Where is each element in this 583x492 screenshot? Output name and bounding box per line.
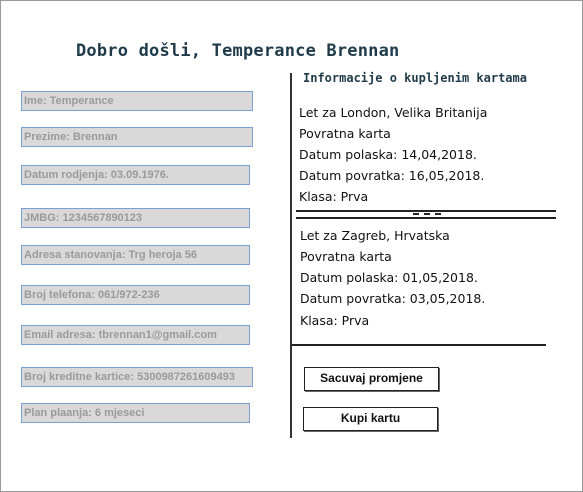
jmbg-field[interactable]: JMBG: 1234567890123 [21, 208, 250, 228]
surname-field[interactable]: Prezime: Brennan [21, 127, 253, 147]
buy-ticket-button[interactable]: Kupi kartu [303, 407, 438, 431]
welcome-title: Dobro došli, Temperance Brennan [76, 41, 400, 61]
ticket-2-class: Klasa: Prva [300, 313, 370, 328]
tickets-bottom-line [292, 344, 546, 346]
ticket-separator-bottom [296, 217, 556, 219]
ticket-2-flight: Let za Zagreb, Hrvatska [300, 228, 450, 243]
birthdate-field[interactable]: Datum rodjenja: 03.09.1976. [21, 165, 250, 185]
ticket-1-departure: Datum polaska: 14,04,2018. [299, 147, 477, 162]
ticket-separator-top [296, 210, 556, 212]
vertical-divider [290, 73, 292, 438]
ticket-2-return: Datum povratka: 03,05,2018. [300, 291, 486, 306]
ticket-1-type: Povratna karta [299, 126, 391, 141]
address-field[interactable]: Adresa stanovanja: Trg heroja 56 [21, 245, 250, 265]
phone-field[interactable]: Broj telefona: 061/972-236 [21, 285, 250, 305]
ticket-1-flight: Let za London, Velika Britanija [299, 105, 488, 120]
tickets-title: Informacije o kupljenim kartama [303, 71, 527, 85]
payment-plan-field[interactable]: Plan plaanja: 6 mjeseci [21, 403, 250, 423]
ticket-separator-dashes [413, 213, 441, 215]
credit-card-field[interactable]: Broj kreditne kartice: 5300987261609493 [21, 367, 253, 387]
save-changes-button[interactable]: Sacuvaj promjene [304, 367, 439, 391]
ticket-2-departure: Datum polaska: 01,05,2018. [300, 270, 478, 285]
ticket-2-type: Povratna karta [300, 249, 392, 264]
email-field[interactable]: Email adresa: tbrennan1@gmail.com [21, 325, 250, 345]
ticket-1-return: Datum povratka: 16,05,2018. [299, 168, 485, 183]
name-field[interactable]: Ime: Temperance [21, 91, 253, 111]
ticket-1-class: Klasa: Prva [299, 189, 369, 204]
